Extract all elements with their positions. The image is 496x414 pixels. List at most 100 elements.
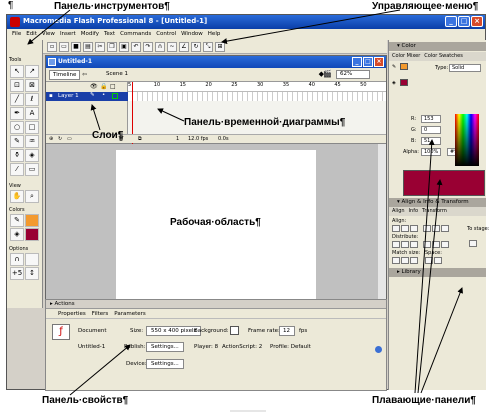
close-button[interactable]: × bbox=[471, 16, 483, 27]
edit-scene-icon[interactable]: 🎬 bbox=[323, 70, 332, 78]
to-stage-toggle[interactable] bbox=[469, 240, 477, 247]
distribute-left-icon[interactable] bbox=[423, 241, 431, 248]
align-hcenter-icon[interactable] bbox=[401, 225, 409, 232]
tab-info[interactable]: Info bbox=[409, 208, 418, 216]
new-file-icon[interactable]: ▫ bbox=[47, 42, 57, 52]
alpha-input[interactable]: 100% bbox=[421, 148, 441, 156]
menu-window[interactable]: Window bbox=[181, 31, 203, 40]
stroke-swatch[interactable] bbox=[25, 214, 39, 227]
pen-tool-icon[interactable]: ✒ bbox=[10, 107, 24, 120]
device-settings-button[interactable]: Settings... bbox=[146, 359, 184, 369]
tab-align[interactable]: Align bbox=[392, 208, 405, 216]
background-color-swatch[interactable] bbox=[230, 326, 239, 335]
distribute-right-icon[interactable] bbox=[441, 241, 449, 248]
timeline-button[interactable]: Timeline bbox=[49, 70, 81, 80]
add-guide-icon[interactable]: ↻ bbox=[58, 136, 62, 142]
snap-magnet-option-icon[interactable]: ∩ bbox=[10, 253, 24, 266]
zoom-select[interactable]: 62% bbox=[336, 70, 370, 79]
edit-symbol-icon[interactable]: ◆ bbox=[319, 70, 324, 78]
help-icon[interactable] bbox=[375, 346, 382, 353]
oval-tool-icon[interactable]: ○ bbox=[10, 121, 24, 134]
paste-icon[interactable]: ▣ bbox=[119, 42, 129, 52]
line-tool-icon[interactable]: ╱ bbox=[10, 93, 24, 106]
hand-tool-icon[interactable]: ✋ bbox=[10, 190, 24, 203]
doc-maximize-button[interactable]: □ bbox=[363, 57, 373, 67]
add-folder-icon[interactable]: ▭ bbox=[67, 136, 72, 142]
distribute-vcenter-icon[interactable] bbox=[401, 241, 409, 248]
straighten-option-icon[interactable]: ↕ bbox=[25, 267, 39, 280]
align-top-icon[interactable] bbox=[423, 225, 431, 232]
add-layer-icon[interactable]: ⊕ bbox=[49, 136, 53, 142]
align-panel-header[interactable]: ▾ Align & Info & Transform bbox=[389, 198, 486, 207]
timeline-ruler[interactable]: 5 10 15 20 25 30 35 40 45 50 bbox=[128, 82, 386, 92]
minimize-button[interactable]: _ bbox=[445, 16, 457, 27]
b-input[interactable]: 51 bbox=[421, 137, 441, 145]
lock-icon[interactable]: 🔒 bbox=[100, 83, 107, 90]
free-transform-tool-icon[interactable]: ⊡ bbox=[10, 79, 24, 92]
smooth-option-icon[interactable]: +5 bbox=[10, 267, 24, 280]
subselect-tool-icon[interactable]: ↗ bbox=[25, 65, 39, 78]
tab-parameters[interactable]: Parameters bbox=[114, 311, 145, 318]
frame-row[interactable] bbox=[128, 92, 386, 101]
redo-icon[interactable]: ↷ bbox=[143, 42, 153, 52]
scale-icon[interactable]: ⤡ bbox=[203, 42, 213, 52]
g-input[interactable]: 0 bbox=[421, 126, 441, 134]
fill-color-icon[interactable]: ◈ bbox=[392, 80, 396, 86]
vertical-scrollbar[interactable] bbox=[378, 144, 386, 310]
menu-file[interactable]: File bbox=[12, 31, 21, 40]
fill-color-icon[interactable]: ◈ bbox=[10, 228, 24, 241]
copy-icon[interactable]: ❐ bbox=[107, 42, 117, 52]
layer-row[interactable]: Layer 1 ▪ ✎ • bbox=[46, 92, 128, 101]
doc-minimize-button[interactable]: _ bbox=[352, 57, 362, 67]
mixer-stroke-swatch[interactable] bbox=[400, 63, 408, 70]
type-select[interactable]: Solid bbox=[449, 64, 481, 72]
brush-tool-icon[interactable]: ♒ bbox=[25, 135, 39, 148]
paint-bucket-tool-icon[interactable]: ◈ bbox=[25, 149, 39, 162]
rotate-icon[interactable]: ↻ bbox=[191, 42, 201, 52]
smooth-icon[interactable]: ~ bbox=[167, 42, 177, 52]
fill-transform-tool-icon[interactable]: ⊠ bbox=[25, 79, 39, 92]
straighten-icon[interactable]: ∠ bbox=[179, 42, 189, 52]
r-input[interactable]: 153 bbox=[421, 115, 441, 123]
arrow-tool-icon[interactable]: ↖ bbox=[10, 65, 24, 78]
distribute-top-icon[interactable] bbox=[392, 241, 400, 248]
zoom-tool-icon[interactable]: ⌕ bbox=[25, 190, 39, 203]
tab-color-swatches[interactable]: Color Swatches bbox=[424, 53, 463, 61]
mixer-fill-swatch[interactable] bbox=[400, 79, 408, 86]
color-panel-header[interactable]: ▾ Color bbox=[389, 42, 486, 51]
stroke-color-icon[interactable]: ✎ bbox=[10, 214, 24, 227]
align-vcenter-icon[interactable] bbox=[432, 225, 440, 232]
align-right-icon[interactable] bbox=[410, 225, 418, 232]
undo-icon[interactable]: ↶ bbox=[131, 42, 141, 52]
tab-color-mixer[interactable]: Color Mixer bbox=[392, 53, 420, 61]
pencil-tool-icon[interactable]: ✎ bbox=[10, 135, 24, 148]
color-spectrum[interactable] bbox=[455, 114, 479, 166]
eraser-tool-icon[interactable]: ▭ bbox=[25, 163, 39, 176]
align-bottom-icon[interactable] bbox=[441, 225, 449, 232]
back-arrow-icon[interactable]: ⇦ bbox=[82, 71, 87, 78]
print-icon[interactable]: ▤ bbox=[83, 42, 93, 52]
lasso-tool-icon[interactable]: ℓ bbox=[25, 93, 39, 106]
menu-modify[interactable]: Modify bbox=[81, 31, 99, 40]
menu-edit[interactable]: Edit bbox=[26, 31, 37, 40]
align-left-icon[interactable] bbox=[392, 225, 400, 232]
eye-icon[interactable]: 👁 bbox=[90, 83, 98, 90]
menu-control[interactable]: Control bbox=[156, 31, 176, 40]
ink-bottle-tool-icon[interactable]: ⚱ bbox=[10, 149, 24, 162]
menu-help[interactable]: Help bbox=[208, 31, 221, 40]
cut-icon[interactable]: ✂ bbox=[95, 42, 105, 52]
stage[interactable] bbox=[116, 150, 316, 310]
open-folder-icon[interactable]: ▭ bbox=[59, 42, 69, 52]
tab-transform[interactable]: Transform bbox=[422, 208, 447, 216]
distribute-bottom-icon[interactable] bbox=[410, 241, 418, 248]
menu-insert[interactable]: Insert bbox=[60, 31, 76, 40]
rectangle-tool-icon[interactable]: □ bbox=[25, 121, 39, 134]
menu-text[interactable]: Text bbox=[104, 31, 115, 40]
actions-panel-header[interactable]: ▸ Actions bbox=[46, 300, 386, 309]
frame-rate-input[interactable]: 12 bbox=[279, 326, 295, 336]
outline-icon[interactable]: □ bbox=[110, 83, 116, 90]
menu-commands[interactable]: Commands bbox=[120, 31, 151, 40]
distribute-hcenter-icon[interactable] bbox=[432, 241, 440, 248]
maximize-button[interactable]: □ bbox=[458, 16, 470, 27]
match-height-icon[interactable] bbox=[401, 257, 409, 264]
